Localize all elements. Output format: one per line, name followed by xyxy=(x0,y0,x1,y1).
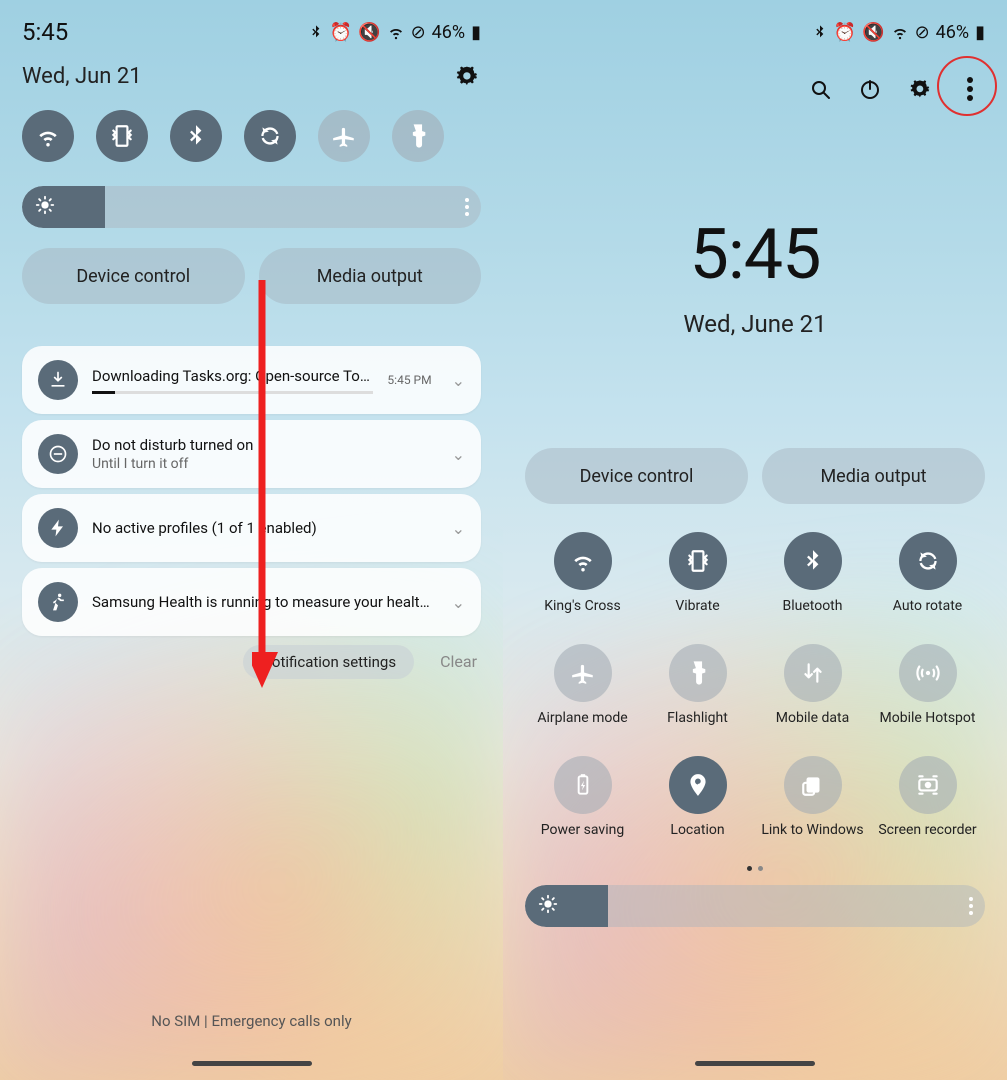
brightness-more-icon[interactable] xyxy=(969,897,973,915)
tile-label: Flashlight xyxy=(667,710,728,746)
settings-gear-icon[interactable] xyxy=(905,74,935,104)
rotate-toggle[interactable] xyxy=(244,110,296,162)
chevron-down-icon[interactable]: ⌄ xyxy=(452,445,465,464)
status-bar: 5:45 ⏰ 🔇 ⊘ 46% ▮ xyxy=(22,0,481,50)
battery-pct: 46% xyxy=(432,22,465,43)
download-icon xyxy=(38,360,78,400)
panel-date: Wed, June 21 xyxy=(525,310,985,338)
tile-label: Airplane mode xyxy=(537,710,627,746)
tile-label: Mobile Hotspot xyxy=(880,710,976,746)
mute-icon: 🔇 xyxy=(862,22,884,43)
tile-label: Auto rotate xyxy=(893,598,962,634)
rotate-icon[interactable] xyxy=(899,532,957,590)
bluetooth-icon xyxy=(812,24,828,40)
tile-label: Power saving xyxy=(541,822,624,858)
date-text: Wed, Jun 21 xyxy=(22,64,142,89)
sound-toggle[interactable] xyxy=(96,110,148,162)
chevron-down-icon[interactable]: ⌄ xyxy=(452,519,465,538)
status-icons: ⏰ 🔇 ⊘ 46% ▮ xyxy=(812,22,985,43)
bluetooth-icon xyxy=(308,24,324,40)
device-control-button[interactable]: Device control xyxy=(22,248,245,304)
chevron-down-icon[interactable]: ⌄ xyxy=(452,593,465,612)
quick-settings-grid: King's Cross Vibrate Bluetooth Auto rotate A… xyxy=(525,532,985,858)
status-time: 5:45 xyxy=(22,18,68,46)
location-icon[interactable] xyxy=(669,756,727,814)
no-sim-text: No SIM | Emergency calls only xyxy=(0,1012,503,1030)
quick-settings-row xyxy=(22,110,481,162)
flashlight-icon[interactable] xyxy=(669,644,727,702)
settings-gear-icon[interactable] xyxy=(453,62,481,90)
qs-tile-mobiledata[interactable]: Mobile data xyxy=(755,644,870,746)
bluetooth-toggle[interactable] xyxy=(170,110,222,162)
dnd-circle-icon xyxy=(38,434,78,474)
mute-icon: 🔇 xyxy=(358,22,380,43)
status-icons: ⏰ 🔇 ⊘ 46% ▮ xyxy=(308,22,481,43)
qs-tile-rotate[interactable]: Auto rotate xyxy=(870,532,985,634)
qs-tile-link[interactable]: Link to Windows xyxy=(755,756,870,858)
bluetooth-icon[interactable] xyxy=(784,532,842,590)
notif-time: 5:45 PM xyxy=(387,373,431,387)
wifi-toggle[interactable] xyxy=(22,110,74,162)
battery-pct: 46% xyxy=(936,22,969,43)
dnd-icon: ⊘ xyxy=(411,22,426,43)
battery-icon: ▮ xyxy=(975,22,985,43)
right-screenshot: ⏰ 🔇 ⊘ 46% ▮ 5:45 Wed, June 21 Device con… xyxy=(503,0,1007,1080)
nav-handle[interactable] xyxy=(695,1061,815,1066)
qs-tile-recorder[interactable]: Screen recorder xyxy=(870,756,985,858)
alarm-icon: ⏰ xyxy=(834,22,856,43)
status-bar: ⏰ 🔇 ⊘ 46% ▮ xyxy=(525,0,985,50)
notif-title: Downloading Tasks.org: Open-source To-Do… xyxy=(92,367,373,385)
mobiledata-icon[interactable] xyxy=(784,644,842,702)
power-icon[interactable] xyxy=(855,74,885,104)
brightness-more-icon[interactable] xyxy=(465,198,469,216)
qs-tile-power[interactable]: Power saving xyxy=(525,756,640,858)
nav-handle[interactable] xyxy=(192,1061,312,1066)
qs-tile-hotspot[interactable]: Mobile Hotspot xyxy=(870,644,985,746)
wifi-icon xyxy=(891,23,909,41)
wifi-icon xyxy=(387,23,405,41)
airplane-toggle[interactable] xyxy=(318,110,370,162)
chevron-down-icon[interactable]: ⌄ xyxy=(452,371,465,390)
tile-label: King's Cross xyxy=(544,598,621,634)
page-indicator xyxy=(525,866,985,871)
tile-label: Screen recorder xyxy=(878,822,976,858)
power-icon[interactable] xyxy=(554,756,612,814)
media-output-button[interactable]: Media output xyxy=(762,448,985,504)
swipe-down-arrow-annotation xyxy=(252,280,292,700)
alarm-icon: ⏰ xyxy=(330,22,352,43)
qs-tile-bluetooth[interactable]: Bluetooth xyxy=(755,532,870,634)
brightness-slider[interactable] xyxy=(22,186,481,228)
brightness-icon xyxy=(34,194,56,220)
tile-label: Bluetooth xyxy=(783,598,843,634)
left-screenshot: 5:45 ⏰ 🔇 ⊘ 46% ▮ Wed, Jun 21 xyxy=(0,0,503,1080)
tile-label: Link to Windows xyxy=(761,822,863,858)
qs-tile-airplane[interactable]: Airplane mode xyxy=(525,644,640,746)
brightness-slider[interactable] xyxy=(525,885,985,927)
qs-tile-vibrate[interactable]: Vibrate xyxy=(640,532,755,634)
wifi-icon[interactable] xyxy=(554,532,612,590)
recorder-icon[interactable] xyxy=(899,756,957,814)
qs-tile-location[interactable]: Location xyxy=(640,756,755,858)
clear-button[interactable]: Clear xyxy=(436,644,481,679)
more-menu-highlight-annotation xyxy=(937,56,997,116)
dnd-icon: ⊘ xyxy=(915,22,930,43)
link-icon[interactable] xyxy=(784,756,842,814)
hotspot-icon[interactable] xyxy=(899,644,957,702)
device-control-button[interactable]: Device control xyxy=(525,448,748,504)
panel-time: 5:45 xyxy=(525,214,985,296)
flashlight-toggle[interactable] xyxy=(392,110,444,162)
battery-icon: ▮ xyxy=(471,22,481,43)
airplane-icon[interactable] xyxy=(554,644,612,702)
qs-tile-flashlight[interactable]: Flashlight xyxy=(640,644,755,746)
tile-label: Mobile data xyxy=(776,710,849,746)
qs-tile-wifi[interactable]: King's Cross xyxy=(525,532,640,634)
brightness-icon xyxy=(537,893,559,919)
tile-label: Location xyxy=(670,822,724,858)
bolt-icon xyxy=(38,508,78,548)
running-icon xyxy=(38,582,78,622)
search-icon[interactable] xyxy=(805,74,835,104)
vibrate-icon[interactable] xyxy=(669,532,727,590)
tile-label: Vibrate xyxy=(675,598,719,634)
download-progress xyxy=(92,391,373,394)
